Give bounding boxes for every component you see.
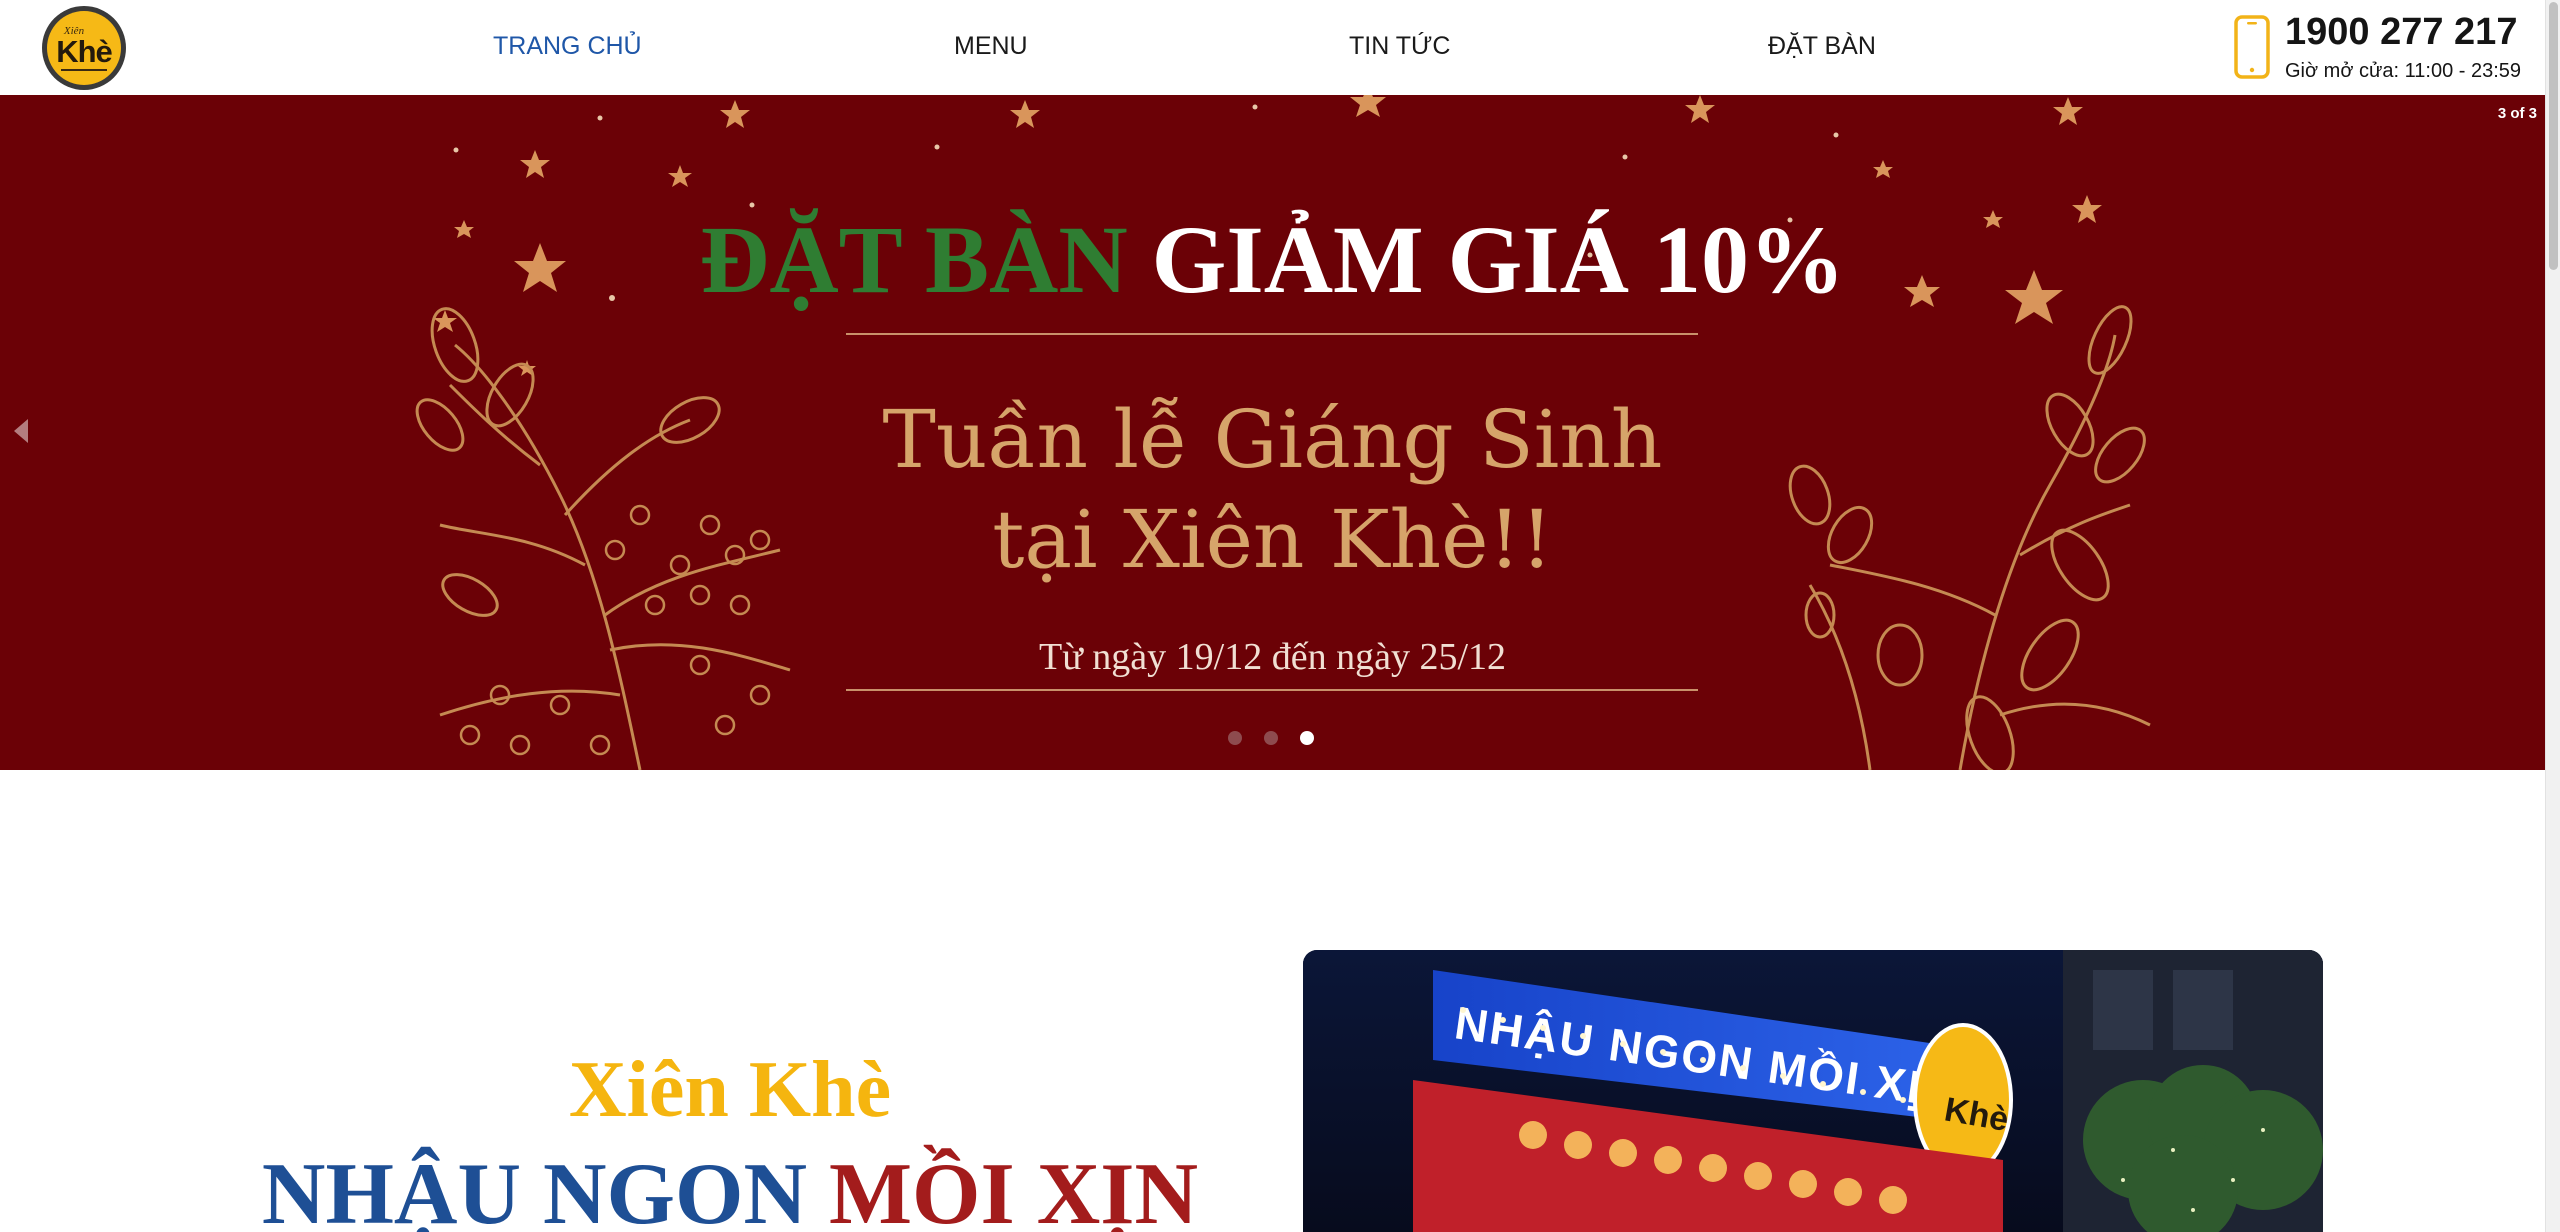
promo-subtitle-line-2: tại Xiên Khè!!: [992, 493, 1553, 586]
promo-subtitle: Tuần lễ Giáng Sinh tại Xiên Khè!!: [0, 390, 2545, 590]
nav-item-home[interactable]: TRANG CHỦ: [493, 30, 642, 62]
promo-title-highlight: ĐẶT BÀN: [700, 206, 1128, 313]
scrollbar-thumb[interactable]: [2549, 2, 2558, 270]
promo-date-range: Từ ngày 19/12 đến ngày 25/12: [1038, 636, 1507, 678]
slider-dot-1[interactable]: [1228, 731, 1242, 745]
opening-hours: Giờ mở cửa: 11:00 - 23:59: [2285, 60, 2522, 82]
slider-dot-2[interactable]: [1264, 731, 1278, 745]
brand-heading: Xiên Khè: [568, 1046, 892, 1134]
slide-counter: 3 of 3: [2497, 105, 2537, 122]
smartphone-icon[interactable]: [2234, 15, 2270, 79]
site-header: Xiên Khè TRANG CHỦ MENU TIN TỨC ĐẶT BÀN …: [0, 0, 2545, 95]
logo-underline: [61, 68, 107, 71]
slogan-part-1: NHẬU NGON: [261, 1146, 807, 1232]
hero-slider: 3 of 3 ĐẶT BÀN GIẢM GIÁ 10% Tuần lễ Gián…: [0, 95, 2545, 770]
nav-item-news[interactable]: TIN TỨC: [1349, 30, 1450, 62]
logo-big-text: Khè: [56, 33, 113, 69]
divider-top: [846, 333, 1698, 335]
nav-item-booking[interactable]: ĐẶT BÀN: [1768, 30, 1876, 62]
promo-title-discount: GIẢM GIÁ 10%: [1151, 206, 1845, 313]
promo-subtitle-line-1: Tuần lễ Giáng Sinh: [882, 393, 1663, 486]
slogan-heading: NHẬU NGON MỒI XỊN: [0, 1145, 1460, 1232]
divider-bottom: [846, 689, 1698, 691]
slider-dot-3[interactable]: [1300, 731, 1314, 745]
phone-number[interactable]: 1900 277 217: [2285, 10, 2517, 54]
logo-badge: Xiên Khè: [47, 11, 121, 85]
restaurant-photo: NHẬU NGON MỒI XỊN Khè: [1303, 950, 2323, 1232]
nav-item-menu[interactable]: MENU: [954, 30, 1028, 62]
restaurant-storefront-image: NHẬU NGON MỒI XỊN Khè: [1303, 950, 2323, 1232]
promo-title: ĐẶT BÀN GIẢM GIÁ 10%: [0, 205, 2545, 315]
slogan-part-2: MỒI XỊN: [829, 1146, 1199, 1232]
page-scrollbar[interactable]: [2545, 0, 2560, 1232]
logo[interactable]: Xiên Khè: [42, 6, 126, 90]
slider-pagination: [1228, 731, 1314, 745]
